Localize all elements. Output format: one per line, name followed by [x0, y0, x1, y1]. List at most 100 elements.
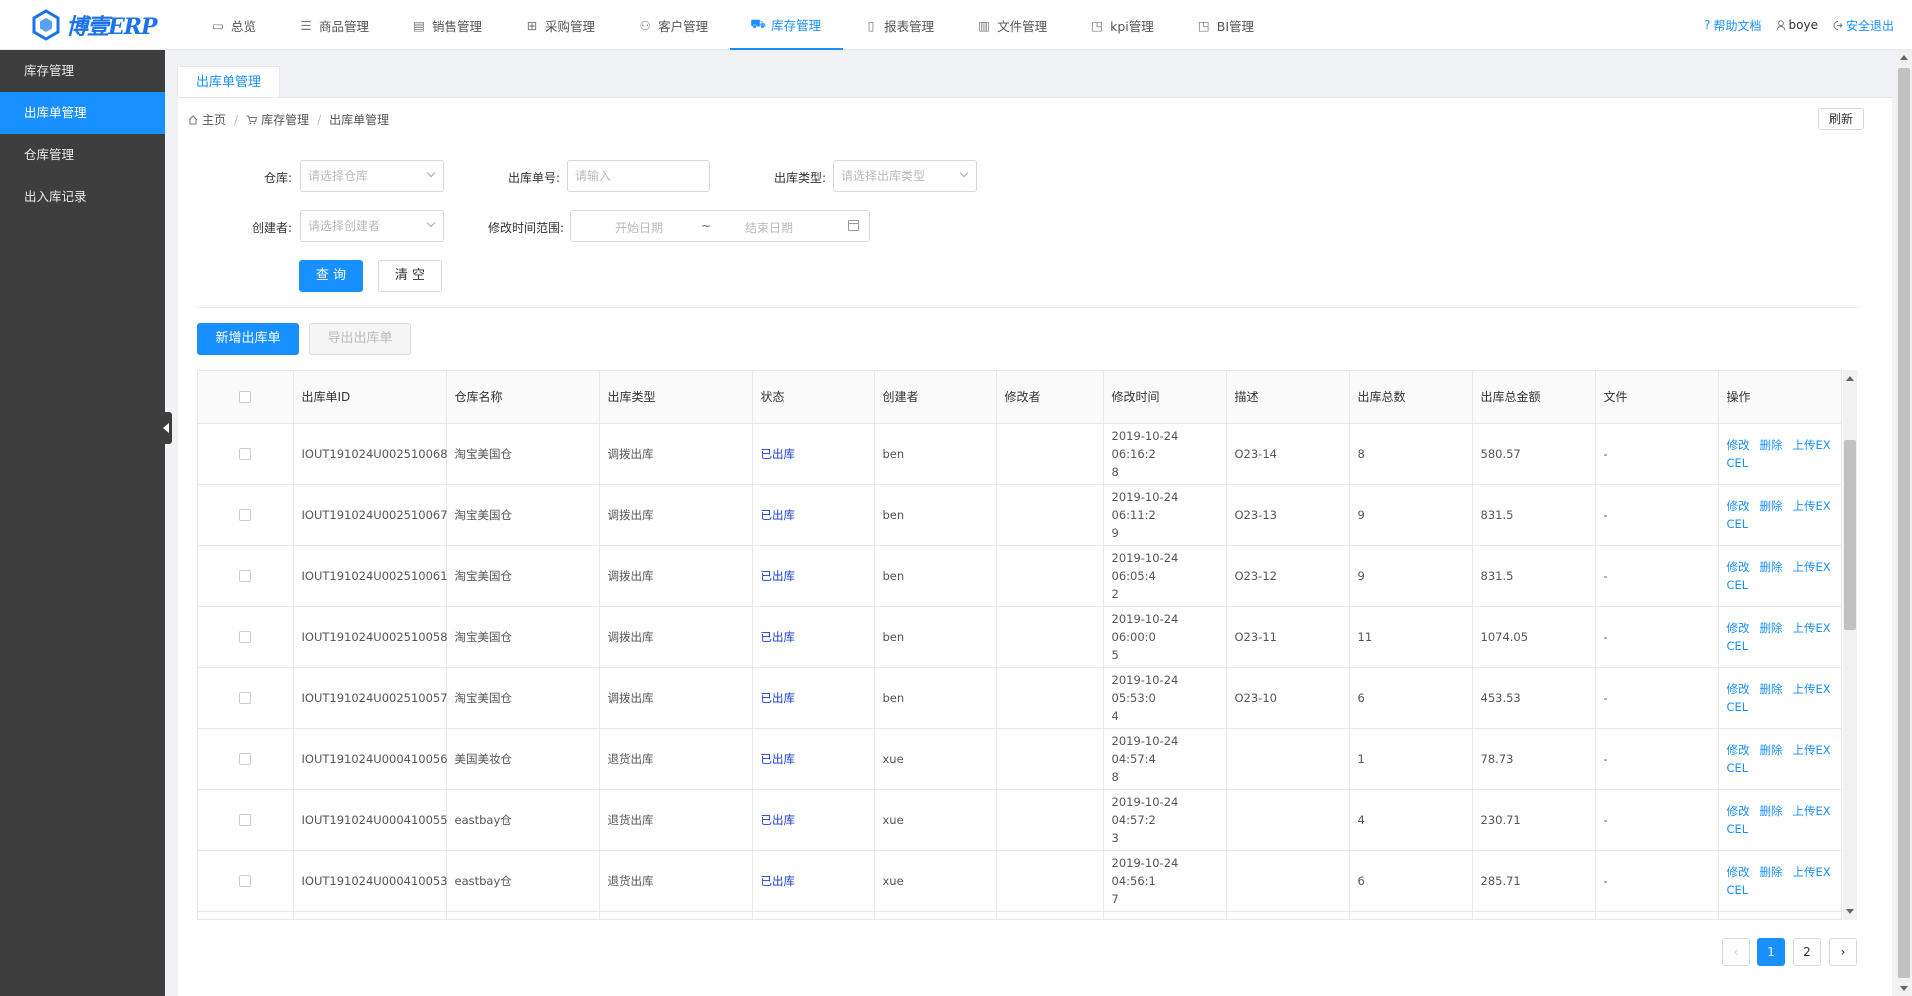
upload-excel-link-cont[interactable]: CEL	[1727, 578, 1749, 592]
nav-item-4[interactable]: ⚇ 客户管理	[617, 0, 730, 50]
sidebar-item-1[interactable]: 出库单管理	[0, 92, 165, 134]
delete-link[interactable]: 删除	[1760, 438, 1783, 452]
help-link[interactable]: ? 帮助文档	[1704, 17, 1761, 34]
tab-outbound-orders[interactable]: 出库单管理	[177, 66, 280, 98]
nav-item-5[interactable]: ⛟ 库存管理	[730, 0, 844, 50]
delete-link[interactable]: 删除	[1760, 865, 1783, 879]
order-no-input[interactable]: 请输入	[567, 160, 710, 192]
delete-link[interactable]: 删除	[1760, 560, 1783, 574]
row-checkbox[interactable]	[239, 630, 252, 643]
edit-link[interactable]: 修改	[1727, 438, 1750, 452]
upload-excel-link[interactable]: 上传EX	[1793, 865, 1831, 879]
page-scrollbar[interactable]	[1896, 50, 1912, 996]
pagination-page-1[interactable]: 1	[1757, 938, 1785, 966]
time-line-2: 8	[1111, 464, 1119, 479]
upload-excel-link[interactable]: 上传EX	[1793, 621, 1831, 635]
cell-type: 退货出库	[599, 850, 753, 912]
upload-excel-link-cont[interactable]: CEL	[1727, 639, 1749, 653]
edit-link[interactable]: 修改	[1727, 804, 1750, 818]
scroll-up-icon[interactable]	[1900, 55, 1908, 60]
edit-link[interactable]: 修改	[1727, 560, 1750, 574]
add-outbound-button[interactable]: 新增出库单	[197, 323, 299, 355]
partial-cell	[1472, 911, 1596, 919]
creator-select[interactable]: 请选择创建者	[300, 210, 444, 242]
edit-link[interactable]: 修改	[1727, 682, 1750, 696]
type-select[interactable]: 请选择出库类型	[833, 160, 977, 192]
upload-excel-link-cont[interactable]: CEL	[1727, 700, 1749, 714]
pagination-next[interactable]: ›	[1829, 938, 1857, 966]
pagination-prev[interactable]: ‹	[1722, 938, 1750, 966]
edit-link[interactable]: 修改	[1727, 743, 1750, 757]
upload-excel-link-cont[interactable]: CEL	[1727, 883, 1749, 897]
row-checkbox[interactable]	[239, 508, 252, 521]
row-checkbox[interactable]	[239, 813, 252, 826]
row-checkbox[interactable]	[239, 691, 252, 704]
start-date-input[interactable]: 开始日期	[615, 219, 663, 236]
cell-amount: 580.57	[1472, 423, 1596, 485]
query-button[interactable]: 查 询	[299, 260, 363, 292]
delete-link[interactable]: 删除	[1760, 682, 1783, 696]
upload-excel-link[interactable]: 上传EX	[1793, 560, 1831, 574]
user-menu[interactable]: boye	[1776, 18, 1818, 32]
nav-item-8[interactable]: ◳ kpi管理	[1069, 0, 1176, 50]
list-icon: ☰	[300, 17, 312, 33]
time-line-2: 8	[1111, 769, 1119, 784]
sidebar-item-0[interactable]: 库存管理	[0, 50, 165, 92]
clear-button[interactable]: 清 空	[378, 260, 442, 292]
page-scroll-thumb[interactable]	[1898, 68, 1910, 978]
nav-item-label: 采购管理	[545, 18, 596, 34]
row-checkbox[interactable]	[239, 569, 252, 582]
upload-excel-link[interactable]: 上传EX	[1793, 743, 1831, 757]
select-all-checkbox[interactable]	[239, 390, 252, 403]
column-header: 状态	[752, 371, 875, 424]
nav-item-7[interactable]: ▥ 文件管理	[956, 0, 1069, 50]
delete-link[interactable]: 删除	[1760, 743, 1783, 757]
nav-item-9[interactable]: ◳ BI管理	[1176, 0, 1276, 50]
cell-type: 退货出库	[599, 789, 753, 851]
logout-link[interactable]: 安全退出	[1832, 17, 1894, 34]
end-date-input[interactable]: 结束日期	[745, 219, 793, 236]
logo[interactable]: 博壹ERP	[30, 8, 158, 42]
nav-item-6[interactable]: ▯ 报表管理	[843, 0, 956, 50]
upload-excel-link[interactable]: 上传EX	[1793, 438, 1831, 452]
pagination-page-2[interactable]: 2	[1793, 938, 1821, 966]
nav-item-3[interactable]: ⊞ 采购管理	[504, 0, 617, 50]
upload-excel-link-cont[interactable]: CEL	[1727, 456, 1749, 470]
sidebar-collapse-handle[interactable]	[160, 412, 172, 444]
upload-excel-link-cont[interactable]: CEL	[1727, 822, 1749, 836]
logout-icon	[1833, 20, 1843, 30]
row-checkbox[interactable]	[239, 752, 252, 765]
warehouse-select[interactable]: 请选择仓库	[300, 160, 444, 192]
upload-excel-link[interactable]: 上传EX	[1793, 804, 1831, 818]
sidebar-item-3[interactable]: 出入库记录	[0, 176, 165, 218]
nav-item-0[interactable]: ▭ 总览	[190, 0, 278, 50]
cell-desc: O23-13	[1226, 484, 1350, 546]
refresh-button[interactable]: 刷新	[1818, 108, 1864, 130]
upload-excel-link-cont[interactable]: CEL	[1727, 517, 1749, 531]
edit-link[interactable]: 修改	[1727, 499, 1750, 513]
cell-modifier	[996, 850, 1104, 912]
scroll-down-icon[interactable]	[1846, 909, 1854, 914]
row-checkbox[interactable]	[239, 447, 252, 460]
delete-link[interactable]: 删除	[1760, 499, 1783, 513]
upload-excel-link[interactable]: 上传EX	[1793, 682, 1831, 696]
breadcrumb-home[interactable]: 主页	[202, 111, 226, 128]
upload-excel-link[interactable]: 上传EX	[1793, 499, 1831, 513]
upload-excel-link-cont[interactable]: CEL	[1727, 761, 1749, 775]
table-scroll-thumb[interactable]	[1844, 440, 1856, 630]
scroll-down-icon[interactable]	[1900, 986, 1908, 991]
scroll-up-icon[interactable]	[1846, 376, 1854, 381]
breadcrumb-level1[interactable]: 库存管理	[261, 111, 309, 128]
sidebar-item-2[interactable]: 仓库管理	[0, 134, 165, 176]
nav-item-2[interactable]: ▤ 销售管理	[391, 0, 504, 50]
delete-link[interactable]: 删除	[1760, 621, 1783, 635]
row-checkbox[interactable]	[239, 874, 252, 887]
nav-item-1[interactable]: ☰ 商品管理	[278, 0, 391, 50]
nav-item-label: 客户管理	[658, 18, 709, 34]
partial-cell	[198, 911, 294, 919]
date-range-picker[interactable]: 开始日期 ~ 结束日期	[570, 210, 870, 242]
export-outbound-button[interactable]: 导出出库单	[309, 323, 411, 355]
edit-link[interactable]: 修改	[1727, 865, 1750, 879]
edit-link[interactable]: 修改	[1727, 621, 1750, 635]
delete-link[interactable]: 删除	[1760, 804, 1783, 818]
